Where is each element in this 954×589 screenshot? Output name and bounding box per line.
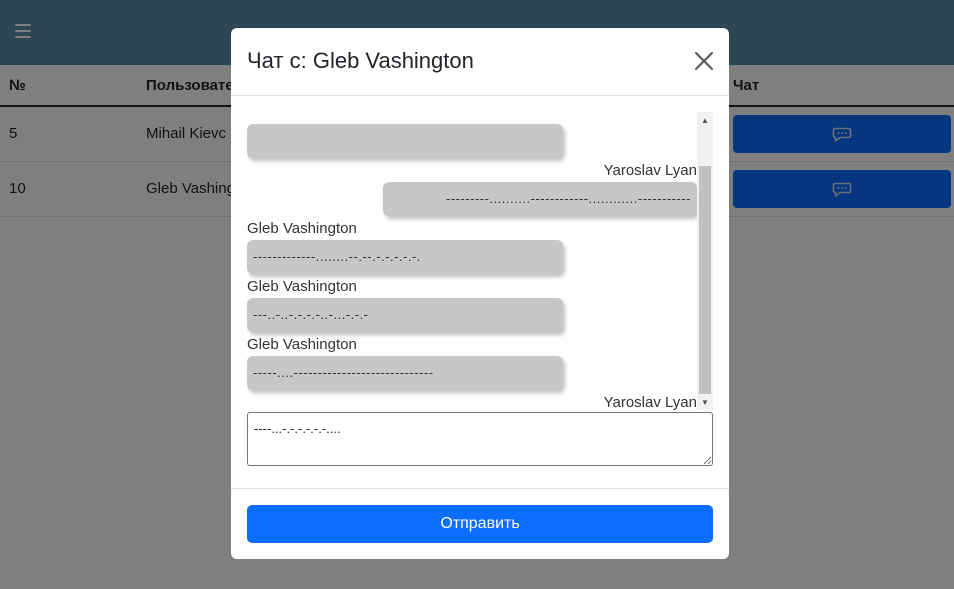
- message-author: Yaroslav Lyan: [603, 162, 697, 179]
- message-author: Yaroslav Lyan: [603, 394, 697, 410]
- chat-message: Yaroslav Lyan----....-.--..-...--.---..: [247, 394, 697, 410]
- scroll-down-arrow-icon[interactable]: ▼: [697, 394, 713, 410]
- chat-message: [247, 112, 697, 162]
- chat-message: Gleb Vashington ---..-..-.-.-.-..-...-.-.…: [247, 278, 697, 336]
- chat-scrollbar[interactable]: ▲ ▼: [697, 112, 713, 410]
- chat-modal: Чат с: Gleb Vashington Yaroslav Lyan ----…: [231, 28, 729, 559]
- scroll-up-arrow-icon[interactable]: ▲: [697, 112, 713, 128]
- message-author: Gleb Vashington: [247, 220, 357, 237]
- close-icon: [695, 52, 713, 70]
- modal-header: Чат с: Gleb Vashington: [231, 28, 729, 96]
- message-bubble: -----....-----------------------------: [247, 356, 563, 390]
- message-bubble: ---------..........------------.........…: [383, 182, 697, 216]
- scrollbar-thumb[interactable]: [699, 166, 711, 394]
- modal-title: Чат с: Gleb Vashington: [247, 48, 474, 73]
- chat-message: Yaroslav Lyan ---------..........--------…: [247, 162, 697, 220]
- chat-messages[interactable]: Yaroslav Lyan ---------..........--------…: [247, 112, 713, 410]
- modal-footer: Отправить: [231, 488, 729, 559]
- message-bubble: ---..-..-.-.-.-..-...-.-.-: [247, 298, 563, 332]
- chat-message: Gleb Vashington -------------........--.-…: [247, 220, 697, 278]
- send-button[interactable]: Отправить: [247, 505, 713, 543]
- message-author: Gleb Vashington: [247, 278, 357, 295]
- message-author: Gleb Vashington: [247, 336, 357, 353]
- close-button[interactable]: [693, 50, 715, 72]
- message-bubble: [247, 124, 563, 158]
- message-bubble: -------------........--.--.-.-.-.-.-.: [247, 240, 563, 274]
- message-input[interactable]: ----...-.-.-.-.-.-....: [247, 412, 713, 466]
- chat-message: Gleb Vashington -----....----------------…: [247, 336, 697, 394]
